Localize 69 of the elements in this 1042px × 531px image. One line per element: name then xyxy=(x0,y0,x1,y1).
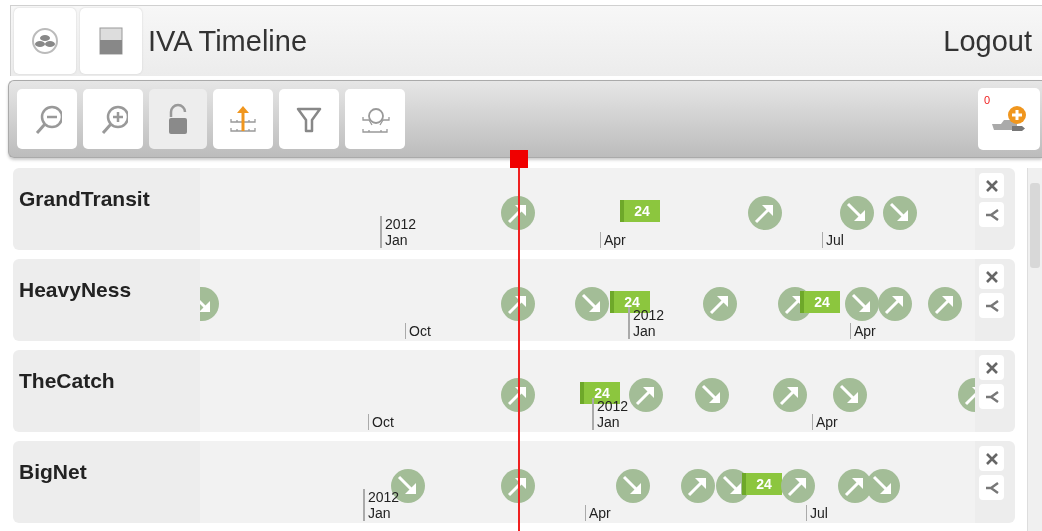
down-arrow-event-icon[interactable] xyxy=(866,469,900,503)
track-name: TheCatch xyxy=(18,368,116,394)
zoom-in-button[interactable] xyxy=(83,89,143,149)
up-arrow-event-icon[interactable] xyxy=(781,469,815,503)
close-button[interactable] xyxy=(979,446,1004,471)
close-icon xyxy=(984,269,999,284)
logout-link[interactable]: Logout xyxy=(943,24,1032,58)
up-arrow-event-icon[interactable] xyxy=(773,378,807,412)
axis-tick-label: Apr xyxy=(812,414,838,430)
axis-tick-label: Jul xyxy=(806,505,828,521)
axis-tick-label: Oct xyxy=(368,414,394,430)
up-arrow-event-icon[interactable] xyxy=(748,196,782,230)
scrollbar[interactable] xyxy=(1027,168,1042,531)
axis-tick-label: 2012 Jan xyxy=(380,216,417,248)
axis-tick-label: Oct xyxy=(405,323,431,339)
track-name: BigNet xyxy=(18,459,88,485)
lock-button[interactable] xyxy=(149,89,207,149)
close-button[interactable] xyxy=(979,355,1004,380)
down-arrow-event-icon[interactable] xyxy=(833,378,867,412)
track-name: GrandTransit xyxy=(18,186,151,212)
axis-tick-label: Apr xyxy=(585,505,611,521)
cloud-icon xyxy=(30,26,60,56)
close-icon xyxy=(984,451,999,466)
close-button[interactable] xyxy=(979,173,1004,198)
down-arrow-event-icon[interactable] xyxy=(840,196,874,230)
up-arrow-event-icon[interactable] xyxy=(703,287,737,321)
share-button[interactable] xyxy=(979,202,1004,227)
network-button[interactable] xyxy=(14,8,76,74)
timeline-lane[interactable]: 2012 Jan Apr Jul 24 xyxy=(200,168,975,250)
timeline-lane[interactable]: 2012 Jan Apr Jul 24 xyxy=(200,441,975,523)
branch-icon xyxy=(983,207,1000,222)
axis-tick-label: Jul xyxy=(822,232,844,248)
app-title: IVA Timeline xyxy=(148,24,309,58)
up-arrow-event-icon[interactable] xyxy=(878,287,912,321)
up-arrow-event-icon[interactable] xyxy=(629,378,663,412)
scrollbar-thumb[interactable] xyxy=(1030,183,1040,268)
down-arrow-event-icon[interactable] xyxy=(575,287,609,321)
down-arrow-event-icon[interactable] xyxy=(845,287,879,321)
lens-button[interactable] xyxy=(345,89,405,149)
branch-icon xyxy=(983,298,1000,313)
up-arrow-event-icon[interactable] xyxy=(501,469,535,503)
raise-button[interactable] xyxy=(213,89,273,149)
close-button[interactable] xyxy=(979,264,1004,289)
up-arrow-event-icon[interactable] xyxy=(681,469,715,503)
close-icon xyxy=(984,178,999,193)
up-arrow-event-icon[interactable] xyxy=(928,287,962,321)
share-button[interactable] xyxy=(979,384,1004,409)
axis-tick-label: Apr xyxy=(600,232,626,248)
up-arrow-event-icon[interactable] xyxy=(501,378,535,412)
filter-button[interactable] xyxy=(279,89,339,149)
add-to-queue-button[interactable]: 0 xyxy=(978,88,1040,150)
zoom-out-button[interactable] xyxy=(17,89,77,149)
save-icon xyxy=(98,26,124,56)
down-arrow-event-icon[interactable] xyxy=(695,378,729,412)
axis-tick-label: Apr xyxy=(850,323,876,339)
close-icon xyxy=(984,360,999,375)
up-arrow-event-icon[interactable] xyxy=(501,196,535,230)
down-arrow-event-icon[interactable] xyxy=(883,196,917,230)
timeline-lane[interactable]: Oct 2012 Jan Apr 24 24 xyxy=(200,259,975,341)
time-cursor-handle[interactable] xyxy=(510,150,528,168)
down-arrow-event-icon[interactable] xyxy=(616,469,650,503)
branch-icon xyxy=(983,389,1000,404)
branch-icon xyxy=(983,480,1000,495)
up-arrow-event-icon[interactable] xyxy=(501,287,535,321)
share-button[interactable] xyxy=(979,293,1004,318)
ship-plus-icon xyxy=(990,104,1028,134)
share-button[interactable] xyxy=(979,475,1004,500)
save-button[interactable] xyxy=(80,8,142,74)
track-name: HeavyNess xyxy=(18,277,133,303)
